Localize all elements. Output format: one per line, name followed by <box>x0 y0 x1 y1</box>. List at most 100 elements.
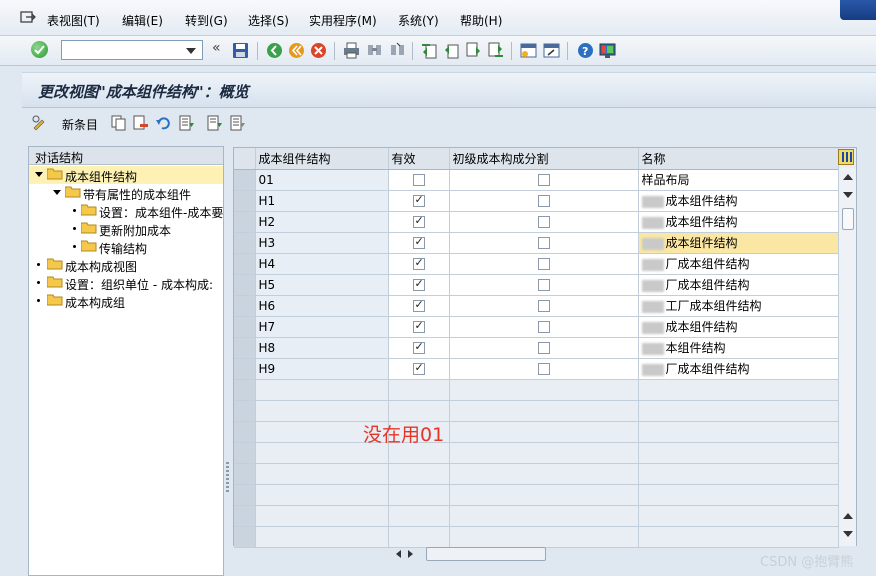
empty-cell[interactable] <box>638 526 839 548</box>
cell-cost-component-structure[interactable]: 01 <box>255 169 389 191</box>
tree-node-cost-component-views[interactable]: 成本构成视图 <box>29 256 223 274</box>
menu-utilities[interactable]: 实用程序(M) <box>309 12 377 29</box>
row-selector[interactable] <box>234 253 256 275</box>
active-checkbox[interactable] <box>412 298 425 312</box>
expand-arrow-icon[interactable] <box>53 190 61 195</box>
menu-edit[interactable]: 编辑(E) <box>122 12 163 29</box>
scroll-up-icon[interactable] <box>843 174 853 180</box>
table-row[interactable]: H4 厂成本组件结构 <box>234 253 839 275</box>
empty-cell[interactable] <box>388 400 450 422</box>
empty-table-row[interactable] <box>234 400 839 422</box>
primary-cost-split-checkbox[interactable] <box>537 363 550 375</box>
cell-cost-component-structure[interactable]: H8 <box>255 337 389 359</box>
active-checkbox[interactable] <box>412 193 425 207</box>
active-checkbox[interactable] <box>412 340 425 354</box>
primary-cost-split-checkbox[interactable] <box>537 300 550 312</box>
empty-cell[interactable] <box>388 484 450 506</box>
cell-name[interactable]: 厂成本组件结构 <box>638 253 839 275</box>
previous-page-icon[interactable] <box>443 42 460 59</box>
scroll-down-icon[interactable] <box>843 192 853 198</box>
fast-back-icon[interactable]: « <box>212 40 221 56</box>
empty-cell[interactable] <box>449 421 639 443</box>
empty-cell[interactable] <box>255 484 389 506</box>
empty-cell[interactable] <box>388 463 450 485</box>
table-row[interactable]: H5 厂成本组件结构 <box>234 274 839 296</box>
find-next-icon[interactable] <box>389 42 406 59</box>
empty-table-row[interactable] <box>234 442 839 464</box>
table-row[interactable]: H1 成本组件结构 <box>234 190 839 212</box>
tree-node-cost-components-with-attributes[interactable]: 带有属性的成本组件 <box>29 184 223 202</box>
menu-system[interactable]: 系统(Y) <box>398 12 439 29</box>
row-selector[interactable] <box>234 421 256 443</box>
row-selector[interactable] <box>234 169 256 191</box>
last-page-icon[interactable] <box>487 42 504 59</box>
tree-node-org-units[interactable]: 设置：组织单位 - 成本构成: <box>29 274 223 292</box>
cell-cost-component-structure[interactable]: H5 <box>255 274 389 296</box>
empty-cell[interactable] <box>255 463 389 485</box>
row-selector[interactable] <box>234 211 256 233</box>
create-session-icon[interactable] <box>520 42 537 59</box>
active-checkbox[interactable] <box>412 319 425 333</box>
new-entries-button[interactable]: 新条目 <box>62 116 98 133</box>
cell-cost-component-structure[interactable]: H2 <box>255 211 389 233</box>
exit-icon[interactable] <box>288 42 305 59</box>
table-row[interactable]: H9 厂成本组件结构 <box>234 358 839 380</box>
empty-cell[interactable] <box>255 526 389 548</box>
primary-cost-split-checkbox[interactable] <box>537 237 550 249</box>
row-selector[interactable] <box>234 505 256 527</box>
empty-cell[interactable] <box>255 505 389 527</box>
empty-table-row[interactable] <box>234 421 839 443</box>
row-selector[interactable] <box>234 295 256 317</box>
cell-cost-component-structure[interactable]: H7 <box>255 316 389 338</box>
menu-table-view[interactable]: 表视图(T) <box>47 12 100 29</box>
empty-cell[interactable] <box>638 484 839 506</box>
menu-goto[interactable]: 转到(G) <box>185 12 228 29</box>
empty-cell[interactable] <box>638 505 839 527</box>
enter-icon[interactable] <box>31 41 48 58</box>
undo-icon[interactable] <box>156 115 172 131</box>
row-selector[interactable] <box>234 190 256 212</box>
row-selector[interactable] <box>234 463 256 485</box>
scroll-left-icon[interactable] <box>396 550 401 558</box>
select-block-icon[interactable] <box>207 115 223 131</box>
cell-name[interactable]: 厂成本组件结构 <box>638 358 839 380</box>
active-checkbox[interactable] <box>412 174 425 186</box>
layout-icon[interactable] <box>599 42 616 59</box>
empty-table-row[interactable] <box>234 484 839 506</box>
scroll-down-icon[interactable] <box>843 531 853 537</box>
next-page-icon[interactable] <box>465 42 482 59</box>
cell-name[interactable]: 成本组件结构 <box>638 190 839 212</box>
select-all-cell[interactable] <box>234 148 256 170</box>
vertical-scrollbar[interactable] <box>838 168 856 546</box>
table-row[interactable]: H7 成本组件结构 <box>234 316 839 338</box>
scroll-right-icon[interactable] <box>408 550 413 558</box>
primary-cost-split-checkbox[interactable] <box>537 342 550 354</box>
window-control-button[interactable] <box>840 0 876 20</box>
row-selector[interactable] <box>234 400 256 422</box>
horizontal-scrollbar[interactable] <box>390 546 810 562</box>
empty-cell[interactable] <box>388 526 450 548</box>
empty-cell[interactable] <box>638 400 839 422</box>
shortcut-icon[interactable] <box>543 42 560 59</box>
empty-table-row[interactable] <box>234 463 839 485</box>
empty-cell[interactable] <box>449 442 639 464</box>
empty-cell[interactable] <box>449 505 639 527</box>
cell-cost-component-structure[interactable]: H6 <box>255 295 389 317</box>
menu-help[interactable]: 帮助(H) <box>460 12 502 29</box>
table-row[interactable]: H3 成本组件结构 <box>234 232 839 254</box>
primary-cost-split-checkbox[interactable] <box>537 258 550 270</box>
tree-node-transfer-structure[interactable]: 传输结构 <box>29 238 223 256</box>
cell-name[interactable]: 厂成本组件结构 <box>638 274 839 296</box>
column-header[interactable]: 初级成本构成分割 <box>449 148 639 170</box>
table-row[interactable]: 01 样品布局 <box>234 169 839 191</box>
cell-cost-component-structure[interactable]: H1 <box>255 190 389 212</box>
primary-cost-split-checkbox[interactable] <box>537 216 550 228</box>
active-checkbox[interactable] <box>412 361 425 375</box>
row-selector[interactable] <box>234 316 256 338</box>
column-header[interactable]: 有效 <box>388 148 450 170</box>
cell-name[interactable]: 样品布局 <box>638 169 839 191</box>
row-selector[interactable] <box>234 526 256 548</box>
cell-cost-component-structure[interactable]: H3 <box>255 232 389 254</box>
cell-name[interactable]: 成本组件结构 <box>638 316 839 338</box>
menu-icon[interactable] <box>20 11 36 25</box>
